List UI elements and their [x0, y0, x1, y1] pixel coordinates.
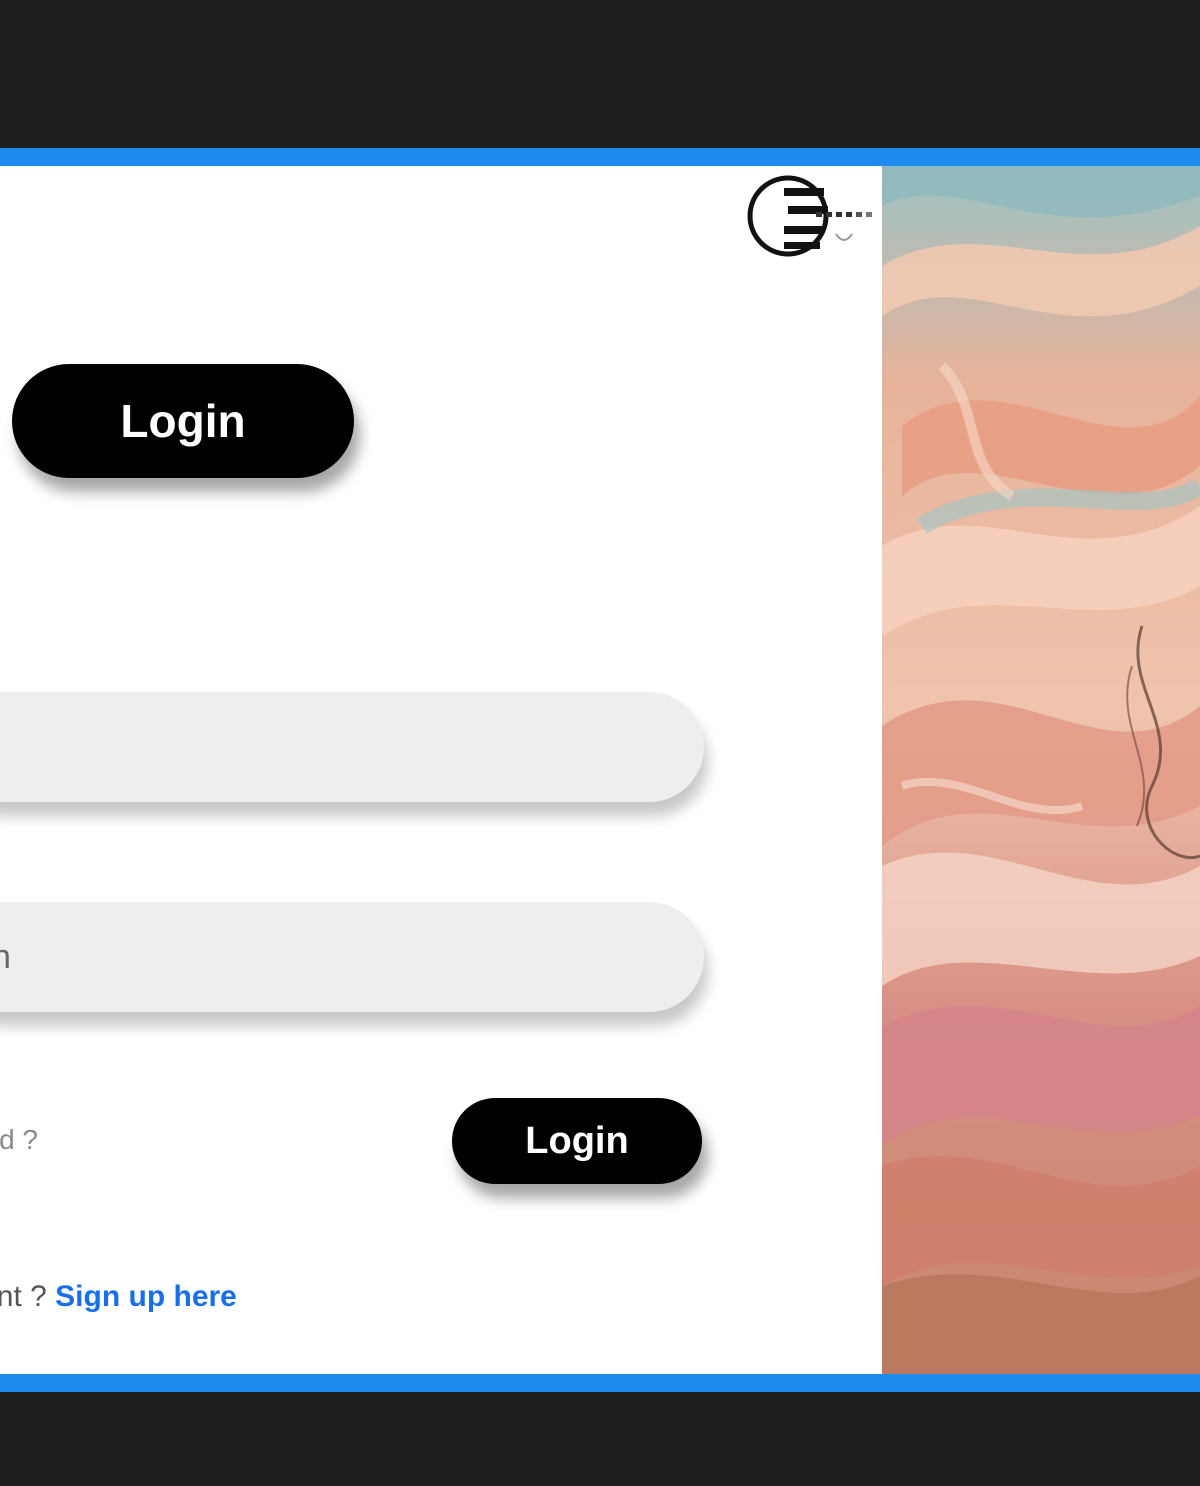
screen: Login d ? Login e an account ? Sign up h… [0, 0, 1200, 1486]
username-field[interactable] [0, 692, 704, 802]
login-submit-button[interactable]: Login [452, 1098, 702, 1184]
signup-prompt: e an account ? Sign up here [0, 1280, 237, 1314]
password-field[interactable] [0, 902, 704, 1012]
brand-logo-icon [744, 174, 882, 260]
login-panel: Login d ? Login e an account ? Sign up h… [0, 166, 882, 1374]
forgot-password-link[interactable]: d ? [0, 1124, 38, 1156]
login-tab-button[interactable]: Login [12, 364, 354, 478]
signup-prompt-text: e an account ? [0, 1280, 47, 1313]
signup-link[interactable]: Sign up here [55, 1280, 237, 1313]
swirling-clouds-artwork-icon [882, 166, 1200, 1374]
login-window: Login d ? Login e an account ? Sign up h… [0, 148, 1200, 1392]
